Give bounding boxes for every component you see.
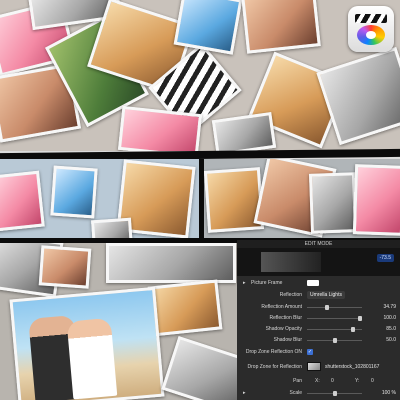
scale-value[interactable]: 100 % (382, 390, 396, 396)
reflection-amount-slider[interactable] (307, 305, 362, 310)
photo-frame (117, 105, 203, 151)
slider-knob[interactable] (351, 327, 355, 332)
inspector-title: EDIT MODE (237, 240, 400, 248)
inspector-viewer: -73.5 (237, 248, 400, 276)
pan-x-value[interactable]: 0 (331, 378, 334, 384)
reflection-row: Reflection Umrella Lights (237, 290, 400, 301)
zoom-field[interactable]: -73.5 (376, 254, 394, 262)
slider-knob[interactable] (333, 338, 337, 343)
shadow-blur-slider[interactable] (307, 338, 362, 343)
pan-y-label: Y: (355, 378, 360, 384)
reflection-popup[interactable]: Umrella Lights (307, 291, 345, 299)
reflection-amount-value[interactable]: 34.79 (383, 304, 396, 310)
slider-knob[interactable] (358, 316, 362, 321)
shadow-opacity-row: Shadow Opacity 85.0 (237, 324, 400, 335)
slider-knob[interactable] (333, 391, 337, 396)
pan-label: Pan (293, 378, 302, 384)
inspector-panel: EDIT MODE -73.5 ▸ Picture Frame Reflecti… (237, 240, 400, 400)
reflection-amount-row: Reflection Amount 34.79 (237, 302, 400, 313)
slider-knob[interactable] (325, 305, 329, 310)
drop-zone-for-reflection-label: Drop Zone for Reflection (247, 364, 302, 370)
photo-frame (352, 164, 400, 236)
disclosure-triangle-icon[interactable]: ▸ (243, 390, 246, 396)
collage-panel-middle-left (0, 159, 200, 241)
picture-frame-label: Picture Frame (251, 280, 283, 286)
photo-frame (308, 172, 358, 234)
reflection-label: Reflection (279, 292, 302, 298)
shadow-blur-label: Shadow Blur (273, 337, 302, 343)
pan-row: Pan X: 0 Y: 0 (237, 376, 400, 387)
pan-x-label: X: (315, 378, 320, 384)
collage-panel-top (0, 0, 400, 151)
drop-zone-reflection-on-row: Drop Zone Reflection ON ✓ (237, 347, 400, 358)
reflection-blur-value[interactable]: 100.0 (383, 315, 396, 321)
shadow-opacity-slider[interactable] (307, 327, 362, 332)
shadow-opacity-value[interactable]: 85.0 (386, 326, 396, 332)
shadow-opacity-label: Shadow Opacity (265, 326, 302, 332)
collage-panel-middle-right (204, 159, 400, 241)
reflection-blur-label: Reflection Blur (269, 315, 302, 321)
photo-frame (161, 336, 237, 400)
picture-frame-row[interactable]: ▸ Picture Frame (237, 278, 400, 289)
couple-figure (66, 317, 118, 400)
reflection-blur-slider[interactable] (307, 316, 362, 321)
viewer-thumbnail (261, 252, 321, 272)
drop-zone-reflection-checkbox[interactable]: ✓ (307, 349, 313, 355)
color-swatch[interactable] (307, 280, 319, 286)
drop-zone-for-reflection-row: Drop Zone for Reflection shutterstock_10… (237, 360, 400, 374)
drop-zone-well[interactable] (307, 362, 321, 371)
drop-zone-filename: shutterstock_102801167 (325, 364, 380, 370)
photo-frame (50, 165, 98, 219)
scale-row: ▸ Scale 100 % (237, 388, 400, 399)
disclosure-triangle-icon[interactable]: ▸ (243, 280, 246, 286)
collage-panel-bottom (0, 243, 237, 400)
shadow-blur-value[interactable]: 50.0 (386, 337, 396, 343)
photo-frame (38, 245, 92, 289)
photo-frame (211, 111, 277, 151)
pan-y-value[interactable]: 0 (371, 378, 374, 384)
photo-frame (106, 243, 236, 283)
shadow-blur-row: Shadow Blur 50.0 (237, 335, 400, 346)
photo-frame (147, 279, 223, 337)
wedding-photo-frame (9, 286, 165, 400)
final-cut-pro-logo-icon (348, 6, 394, 52)
reflection-blur-row: Reflection Blur 100.0 (237, 313, 400, 324)
scale-label: Scale (289, 390, 302, 396)
photo-frame (0, 170, 45, 232)
drop-zone-reflection-on-label: Drop Zone Reflection ON (245, 349, 302, 355)
photo-frame (241, 0, 321, 54)
scale-slider[interactable] (307, 391, 362, 396)
reflection-amount-label: Reflection Amount (261, 304, 302, 310)
